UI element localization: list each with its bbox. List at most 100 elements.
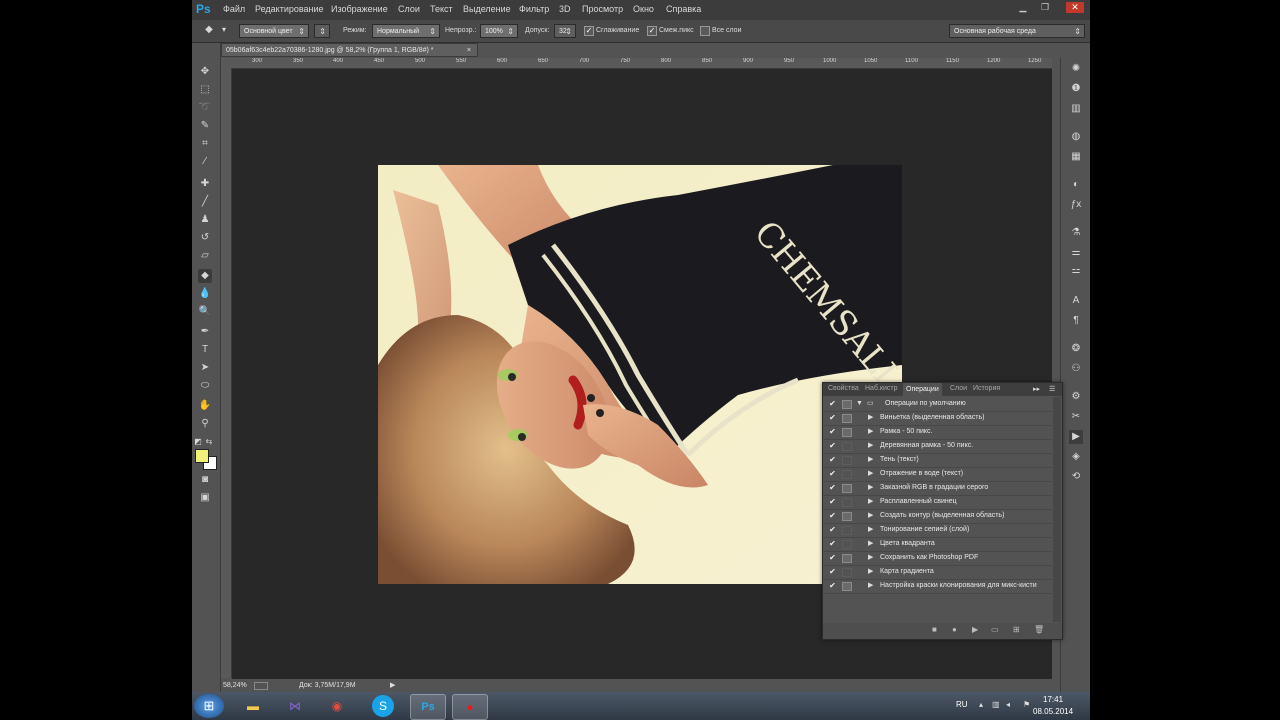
dialog-toggle[interactable]	[842, 526, 852, 535]
record-app-icon[interactable]: ●	[452, 694, 488, 720]
all-layers-checkbox[interactable]	[700, 26, 710, 36]
histogram-icon[interactable]: ▥	[1069, 102, 1083, 116]
lasso-tool-icon[interactable]: ➰	[198, 101, 212, 115]
dialog-toggle[interactable]	[842, 498, 852, 507]
status-preview-icon[interactable]	[254, 682, 268, 690]
dialog-toggle[interactable]	[842, 428, 852, 437]
paint-bucket-tool-icon[interactable]: ◆	[198, 269, 212, 283]
panel-menu-icon[interactable]: ☰	[1049, 385, 1055, 393]
tab-actions[interactable]: Операции	[903, 383, 942, 396]
dialog-toggle[interactable]	[842, 568, 852, 577]
dialog-toggle[interactable]	[842, 582, 852, 591]
action-row[interactable]: ✔ ▶ Цвета квадранта	[823, 537, 1052, 552]
tolerance-input[interactable]: 32	[554, 24, 576, 38]
enabled-check-icon[interactable]: ✔	[828, 439, 837, 453]
tab-layers[interactable]: Слои	[950, 385, 967, 392]
color-icon[interactable]: ◐	[1069, 178, 1083, 192]
minimize-button[interactable]: ▁	[1016, 2, 1030, 13]
expand-triangle-icon[interactable]: ▶	[868, 565, 873, 579]
panel-scrollbar[interactable]	[1053, 397, 1061, 622]
enabled-check-icon[interactable]: ✔	[828, 467, 837, 481]
actions-icon[interactable]: ▶	[1069, 430, 1083, 444]
play-icon[interactable]: ▶	[972, 625, 978, 634]
tab-properties[interactable]: Свойства	[828, 385, 859, 392]
3d-icon[interactable]: ◍	[1069, 130, 1083, 144]
brush-tool-icon[interactable]: ╱	[198, 195, 212, 209]
menu-type[interactable]: Текст	[430, 4, 453, 14]
expand-triangle-icon[interactable]: ▼	[856, 397, 863, 411]
opacity-input[interactable]: 100%	[480, 24, 518, 38]
enabled-check-icon[interactable]: ✔	[828, 509, 837, 523]
new-action-icon[interactable]: ⊞	[1013, 625, 1020, 634]
healing-brush-icon[interactable]: ✚	[198, 177, 212, 191]
explorer-icon[interactable]: ▬	[236, 694, 270, 718]
menu-3d[interactable]: 3D	[559, 4, 571, 14]
tool-preset-arrow-icon[interactable]: ▾	[222, 25, 226, 34]
dialog-toggle[interactable]	[842, 470, 852, 479]
action-row[interactable]: ✔ ▶ Тонирование сепией (слой)	[823, 523, 1052, 538]
tray-flag-icon[interactable]: ⚑	[1023, 700, 1030, 709]
menu-image[interactable]: Изображение	[331, 4, 388, 14]
paragraph-icon[interactable]: ¶	[1069, 314, 1083, 328]
action-row[interactable]: ✔ ▶ Карта градиента	[823, 565, 1052, 580]
hand-tool-icon[interactable]: ✋	[198, 399, 212, 413]
action-row[interactable]: ✔ ▶ Тень (текст)	[823, 453, 1052, 468]
action-row[interactable]: ✔ ▶ Отражение в воде (текст)	[823, 467, 1052, 482]
visual-studio-icon[interactable]: ⋈	[278, 694, 312, 718]
menu-edit[interactable]: Редактирование	[255, 4, 324, 14]
trash-icon[interactable]: 🗑	[1034, 625, 1044, 634]
paint-bucket-icon[interactable]: ◆	[202, 23, 216, 37]
enabled-check-icon[interactable]: ✔	[828, 411, 837, 425]
character-icon[interactable]: A	[1069, 294, 1083, 308]
crop-tool-icon[interactable]: ⌗	[198, 137, 212, 151]
document-tab[interactable]: 05b06af63c4eb22a70386-1280.jpg @ 58,2% (…	[221, 43, 478, 57]
new-set-icon[interactable]: ▭	[991, 625, 999, 634]
default-colors-icon[interactable]: ◩	[194, 435, 202, 449]
expand-triangle-icon[interactable]: ▶	[868, 495, 873, 509]
fill-source-select[interactable]: Основной цвет	[239, 24, 309, 38]
path-select-icon[interactable]: ➤	[198, 361, 212, 375]
timeline-icon[interactable]: ⚇	[1069, 362, 1083, 376]
enabled-check-icon[interactable]: ✔	[828, 397, 837, 411]
photoshop-taskbar-icon[interactable]: Ps	[410, 694, 446, 720]
eyedropper-tool-icon[interactable]: ⁄	[198, 155, 212, 169]
menu-layers[interactable]: Слои	[398, 4, 420, 14]
enabled-check-icon[interactable]: ✔	[828, 537, 837, 551]
styles-icon[interactable]: ƒx	[1069, 198, 1083, 212]
action-row[interactable]: ✔ ▶ Настройка краски клонирования для микс…	[823, 579, 1052, 594]
history-icon[interactable]: ⟲	[1069, 470, 1083, 484]
expand-triangle-icon[interactable]: ▶	[868, 467, 873, 481]
dialog-toggle[interactable]	[842, 442, 852, 451]
info-icon[interactable]: ❶	[1069, 82, 1083, 96]
enabled-check-icon[interactable]: ✔	[828, 425, 837, 439]
eraser-tool-icon[interactable]: ▱	[198, 249, 212, 263]
brush-icon[interactable]: ✂	[1069, 410, 1083, 424]
action-row[interactable]: ✔ ▶ Виньетка (выделенная область)	[823, 411, 1052, 426]
tab-history[interactable]: История	[973, 385, 1000, 392]
tray-arrow-icon[interactable]: ▴	[979, 700, 983, 709]
brush-presets-icon[interactable]: ⚗	[1069, 226, 1083, 240]
dialog-toggle[interactable]	[842, 554, 852, 563]
dialog-toggle[interactable]	[842, 456, 852, 465]
properties-icon[interactable]: ⚙	[1069, 390, 1083, 404]
dialog-toggle[interactable]	[842, 400, 852, 409]
pattern-select[interactable]	[314, 24, 330, 38]
action-row[interactable]: ✔ ▶ Деревянная рамка - 50 пикс.	[823, 439, 1052, 454]
tray-volume-icon[interactable]: ◂	[1006, 700, 1010, 709]
menu-file[interactable]: Файл	[223, 4, 245, 14]
notes-icon[interactable]: ❂	[1069, 342, 1083, 356]
tab-brush-presets[interactable]: Наб.кистр	[865, 385, 897, 392]
action-row[interactable]: ✔ ▶ Расплавленный свинец	[823, 495, 1052, 510]
move-tool-icon[interactable]: ✥	[198, 65, 212, 79]
shape-tool-icon[interactable]: ⬭	[198, 379, 212, 393]
expand-triangle-icon[interactable]: ▶	[868, 453, 873, 467]
action-set-row[interactable]: ✔ ▼ ▭ Операции по умолчанию	[823, 397, 1052, 412]
close-document-icon[interactable]: ×	[467, 44, 471, 58]
close-window-button[interactable]: ✕	[1066, 2, 1084, 13]
type-tool-icon[interactable]: T	[198, 343, 212, 357]
menu-help[interactable]: Справка	[666, 4, 701, 14]
zoom-level[interactable]: 58,24%	[223, 679, 247, 692]
collapse-panel-icon[interactable]: ▸▸	[1033, 385, 1040, 393]
pen-tool-icon[interactable]: ✒	[198, 325, 212, 339]
record-icon[interactable]: ●	[952, 625, 957, 634]
